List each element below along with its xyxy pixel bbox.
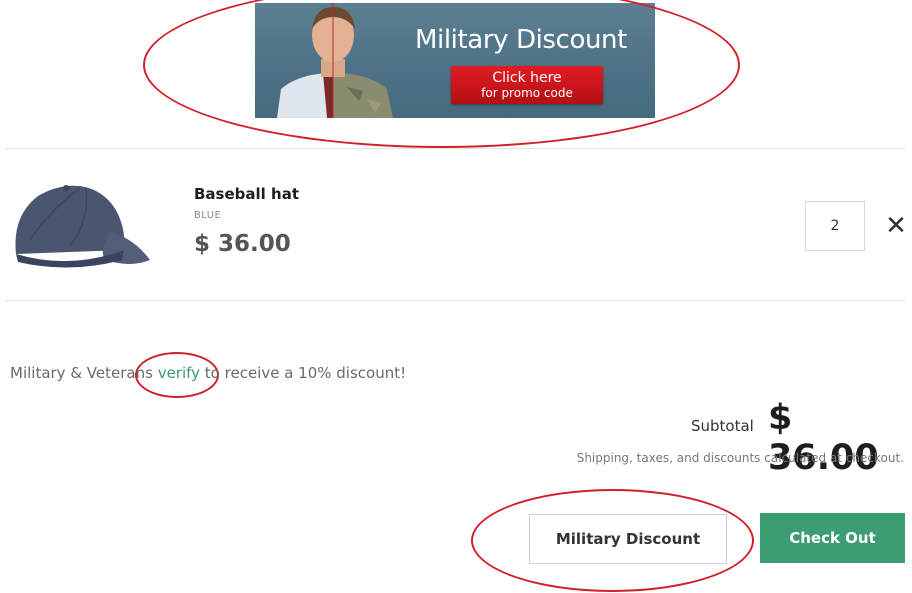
subtotal-label: Subtotal xyxy=(691,417,754,435)
military-discount-button[interactable]: Military Discount xyxy=(529,514,727,564)
divider-top xyxy=(5,148,905,149)
veteran-notice-suffix: to receive a 10% discount! xyxy=(200,364,407,382)
checkout-button[interactable]: Check Out xyxy=(760,513,905,563)
item-variant: BLUE xyxy=(194,210,222,221)
banner-highlight-ellipse xyxy=(143,0,740,148)
subtotal-value: $ 36.00 xyxy=(768,398,879,478)
item-name[interactable]: Baseball hat xyxy=(194,185,299,203)
quantity-input[interactable] xyxy=(805,201,865,251)
veteran-notice-prefix: Military & Veterans xyxy=(10,364,158,382)
verify-link[interactable]: verify xyxy=(158,364,200,382)
veteran-discount-notice: Military & Veterans verify to receive a … xyxy=(10,364,406,382)
item-price: $ 36.00 xyxy=(194,231,291,257)
close-icon[interactable]: ✕ xyxy=(884,209,908,243)
divider-bottom xyxy=(5,300,905,301)
baseball-hat-image xyxy=(15,185,150,268)
shipping-note: Shipping, taxes, and discounts calculate… xyxy=(576,451,904,465)
